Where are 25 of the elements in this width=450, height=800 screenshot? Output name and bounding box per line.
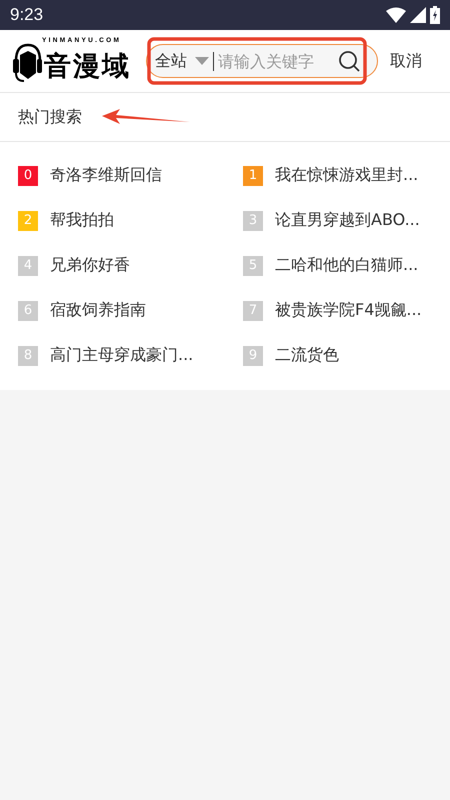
hot-search-item[interactable]: 高门主母穿成豪门... — [50, 345, 194, 366]
dropdown-caret-icon[interactable] — [195, 57, 209, 65]
hot-search-item[interactable]: 宿敌饲养指南 — [50, 300, 146, 321]
hot-search-item[interactable]: 二哈和他的白猫师... — [275, 255, 418, 276]
rank-badge: 1 — [243, 166, 263, 186]
hot-search-item[interactable]: 被贵族学院F4觊觎... — [275, 300, 422, 321]
logo-text: 音漫域 — [44, 51, 131, 83]
hot-search-item[interactable]: 二流货色 — [275, 345, 339, 366]
hot-search-item[interactable]: 论直男穿越到ABO... — [275, 210, 420, 231]
scope-selector[interactable]: 全站 — [155, 50, 187, 72]
search-field[interactable]: 全站 请输入关键字 — [146, 44, 378, 78]
cancel-button[interactable]: 取消 — [386, 50, 426, 72]
hot-search-title: 热门搜索 — [18, 106, 82, 128]
rank-badge: 0 — [18, 166, 38, 186]
rank-badge: 2 — [18, 210, 38, 230]
battery-icon — [430, 6, 440, 24]
hot-search-item[interactable]: 帮我拍拍 — [50, 210, 114, 231]
hot-search-item[interactable]: 兄弟你好香 — [50, 255, 130, 276]
headphones-icon — [12, 41, 42, 83]
hot-search-item[interactable]: 奇洛李维斯回信 — [50, 165, 162, 186]
wifi-icon — [386, 7, 406, 23]
signal-icon — [410, 7, 426, 23]
hot-search-item[interactable]: 我在惊悚游戏里封... — [275, 165, 418, 186]
search-icon[interactable] — [338, 50, 360, 72]
status-time: 9:23 — [10, 5, 44, 25]
